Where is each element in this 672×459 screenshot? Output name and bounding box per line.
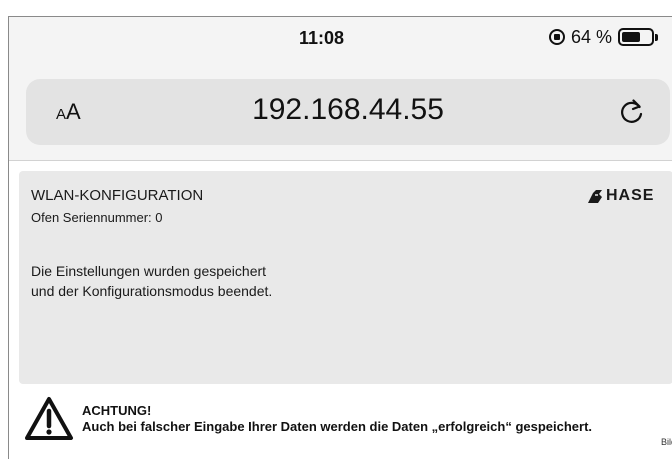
status-message: Die Einstellungen wurden gespeichert und… <box>31 261 272 301</box>
status-bar: 11:08 64 % <box>9 17 672 51</box>
rotation-lock-icon <box>549 29 565 45</box>
brand-logo: HASE <box>587 187 654 205</box>
figure-label: Bild <box>661 437 672 447</box>
address-bar[interactable]: AA 192.168.44.55 <box>26 79 670 145</box>
warning-triangle-icon <box>25 397 73 440</box>
status-time: 11:08 <box>299 28 345 48</box>
config-panel: WLAN-KONFIGURATION Ofen Seriennummer: 0 … <box>19 171 672 384</box>
browser-chrome: 11:08 64 % AA 192.168.44.55 <box>9 17 672 161</box>
url-text[interactable]: 192.168.44.55 <box>26 93 670 127</box>
brand-name: HASE <box>606 187 655 204</box>
status-indicators: 64 % <box>549 26 659 48</box>
screenshot-frame: 11:08 64 % AA 192.168.44.55 WLAN-KONFIGU… <box>8 16 672 459</box>
warning-heading: ACHTUNG! <box>82 403 152 418</box>
warning-text: Auch bei falscher Eingabe Ihrer Daten we… <box>82 419 593 434</box>
hase-logo-icon <box>588 189 602 203</box>
panel-title: WLAN-KONFIGURATION <box>31 187 204 204</box>
reload-icon[interactable] <box>618 98 646 126</box>
battery-icon <box>618 28 659 46</box>
serial-number: Ofen Seriennummer: 0 <box>31 210 163 225</box>
battery-percent: 64 % <box>571 26 613 47</box>
message-line-2: und der Konfigurationsmodus beendet. <box>31 283 273 299</box>
battery-level-fill <box>622 32 640 42</box>
message-line-1: Die Einstellungen wurden gespeichert <box>31 263 267 279</box>
